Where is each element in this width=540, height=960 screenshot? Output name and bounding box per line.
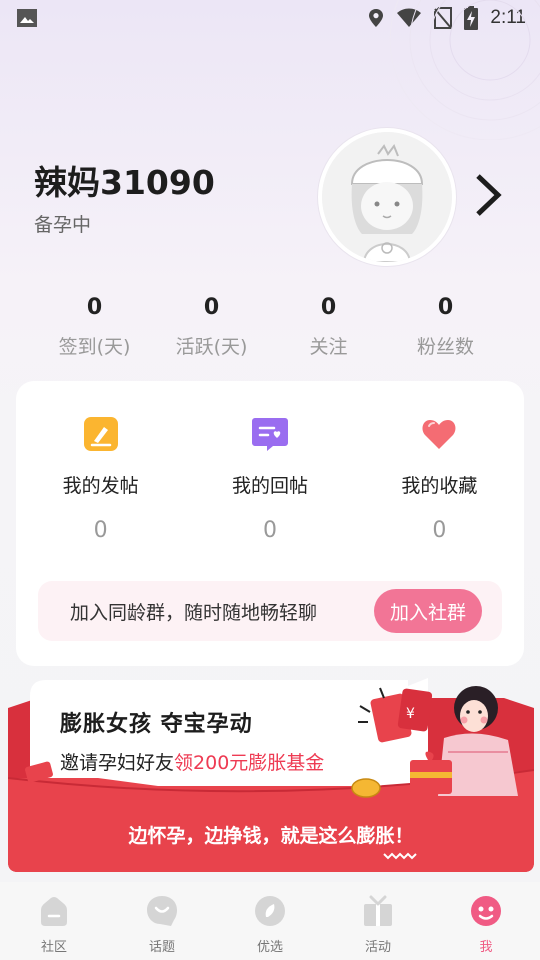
gift-icon (364, 895, 392, 926)
stat-label: 关注 (309, 336, 348, 358)
my-replies[interactable]: 我的回帖 0 (185, 415, 354, 543)
chevron-right-icon[interactable] (470, 172, 504, 218)
reply-icon (251, 418, 288, 451)
tab-label: 社区 (40, 940, 67, 955)
heart-icon (422, 420, 456, 449)
avatar-icon (322, 132, 452, 262)
promo-title: 膨胀女孩 夺宝孕动 (60, 712, 253, 737)
tab-activities[interactable]: 活动 (324, 882, 432, 960)
tab-me[interactable]: 我 (432, 882, 540, 960)
stat-value: 0 (320, 295, 337, 320)
username: 辣妈31090 (34, 163, 215, 202)
feature-count: 0 (432, 518, 447, 543)
home-icon (41, 897, 67, 926)
feature-count: 0 (93, 518, 108, 543)
my-content-card: 我的发帖 0 我的回帖 0 我的收藏 0 加入同龄群，随时随地畅轻聊 加入社群 (16, 381, 524, 666)
stat-active[interactable]: 0 活跃(天) (153, 292, 270, 372)
smile-icon (147, 896, 177, 926)
tab-label: 我 (479, 940, 493, 955)
stat-following[interactable]: 0 关注 (270, 292, 387, 372)
avatar[interactable] (318, 128, 456, 266)
feature-label: 我的收藏 (401, 475, 478, 497)
join-group-text: 加入同龄群，随时随地畅轻聊 (70, 601, 318, 624)
stat-value: 0 (86, 295, 103, 320)
stat-checkin[interactable]: 0 签到(天) (36, 292, 153, 372)
background-rings (389, 0, 540, 140)
image-icon (17, 9, 37, 27)
bottom-tab-bar: 社区 话题 优选 活动 我 (0, 882, 540, 960)
my-posts[interactable]: 我的发帖 0 (16, 415, 185, 543)
feature-label: 我的发帖 (62, 475, 139, 497)
join-group-banner: 加入同龄群，随时随地畅轻聊 加入社群 (38, 581, 502, 641)
feature-label: 我的回帖 (231, 475, 308, 497)
promo-subtitle-highlight: 领200元膨胀基金 (174, 752, 325, 774)
my-favorites[interactable]: 我的收藏 0 (355, 415, 524, 543)
stat-label: 签到(天) (58, 336, 131, 358)
tab-topics[interactable]: 话题 (108, 882, 216, 960)
post-icon (83, 417, 118, 451)
svg-text:¥: ¥ (406, 706, 415, 722)
feature-count: 0 (262, 518, 277, 543)
promo-subtitle: 邀请孕妇好友领200元膨胀基金 (60, 748, 324, 775)
promo-slogan: 边怀孕，边挣钱，就是这么膨胀！ (128, 825, 414, 847)
face-icon (471, 896, 501, 926)
stat-label: 活跃(天) (175, 336, 248, 358)
join-group-button[interactable]: 加入社群 (374, 589, 482, 633)
tab-label: 优选 (256, 940, 283, 955)
stat-followers[interactable]: 0 粉丝数 (387, 292, 504, 372)
stat-value: 0 (203, 295, 220, 320)
leaf-icon (255, 896, 285, 926)
tab-label: 活动 (364, 940, 391, 955)
tab-label: 话题 (148, 940, 175, 955)
stats-row: 0 签到(天) 0 活跃(天) 0 关注 0 粉丝数 (0, 292, 540, 372)
promo-banner[interactable]: ¥ 膨胀女孩 夺宝孕动 邀请孕妇好友领200元膨胀基金 边怀孕，边挣钱，就是这么… (8, 678, 534, 872)
stat-value: 0 (437, 295, 454, 320)
tab-selected[interactable]: 优选 (216, 882, 324, 960)
stat-label: 粉丝数 (416, 336, 474, 358)
promo-subtitle-prefix: 邀请孕妇好友 (60, 752, 175, 774)
tab-community[interactable]: 社区 (0, 882, 108, 960)
pregnancy-status: 备孕中 (34, 214, 92, 236)
profile-header[interactable]: 辣妈31090 备孕中 (0, 120, 540, 280)
